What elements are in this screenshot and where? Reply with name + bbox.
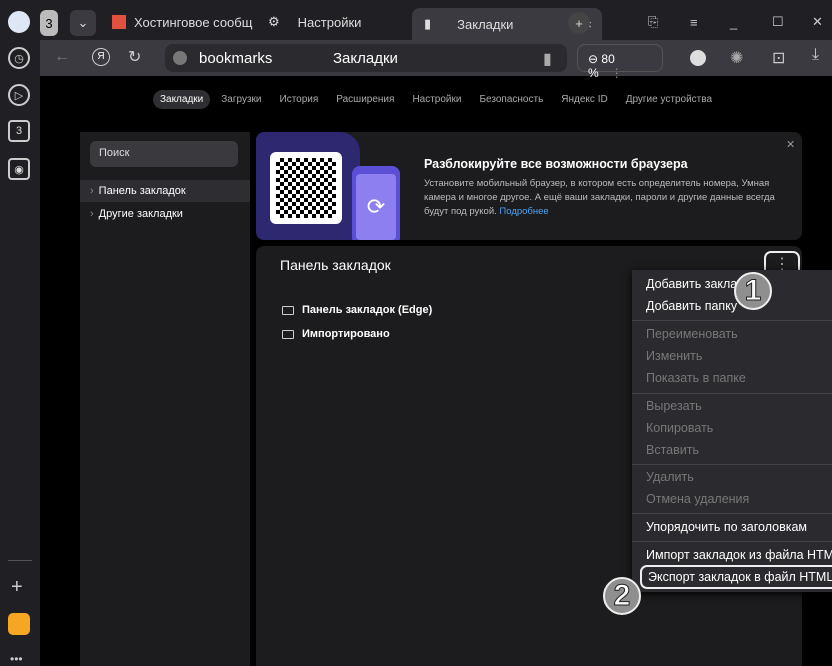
folder-icon [282,329,294,339]
tree-item-other-bookmarks[interactable]: › Другие закладки [80,203,250,225]
tab-label: Закладки [457,16,514,32]
close-icon[interactable]: ✕ [786,138,795,151]
download-icon[interactable]: ⤓ [812,46,819,64]
reload-icon[interactable]: ↻ [128,47,141,67]
menu-edit: Изменить [646,349,703,363]
menu-paste: Вставить [646,443,699,457]
zoom-control[interactable]: ⊖ 80 % ⋮ [577,44,663,80]
site-favicon-icon [112,15,126,29]
tab-label: Хостинговое сообщ [134,14,253,30]
folder-label: Импортировано [302,328,390,340]
address-bar[interactable]: bookmarks Закладки ▮ [165,44,567,72]
sync-icon: ⟳ [356,174,396,240]
history-clock-icon[interactable]: ◷ [8,47,30,69]
menu-sort-by-title[interactable]: Упорядочить по заголовкам [646,520,807,534]
tree-label: Панель закладок [98,185,186,197]
qr-code [270,152,342,224]
minimize-icon[interactable]: _ [730,8,737,36]
nav-settings[interactable]: Настройки [405,90,468,109]
alice-icon[interactable] [690,50,706,66]
bookmark-icon: ▮ [424,16,432,31]
more-vertical-icon: ⋮ [610,66,623,80]
menu-undo-delete: Отмена удаления [646,492,750,506]
menu-import-html[interactable]: Импорт закладок из файла HTML [646,548,832,562]
tree-label: Другие закладки [98,208,183,220]
page-title-text: Закладки [333,50,398,67]
promo-banner: ⟳ Разблокируйте все возможности браузера… [256,132,802,240]
extension-icon[interactable]: ✺ [730,48,743,68]
tabs-count-icon[interactable]: 3 [8,120,30,142]
menu-add-folder[interactable]: Добавить папку [646,299,737,313]
bookmarks-collection-icon[interactable]: ⎘ [648,8,658,36]
folder-item[interactable]: Панель закладок (Edge) [282,304,432,316]
nav-yandex-id[interactable]: Яндекс ID [554,90,614,109]
site-shield-icon [173,51,187,65]
nav-extensions[interactable]: Расширения [329,90,401,109]
menu-export-html[interactable]: Экспорт закладок в файл HTML [640,565,832,589]
divider [8,560,32,561]
close-window-icon[interactable]: ✕ [812,8,823,36]
nav-other-devices[interactable]: Другие устройства [619,90,719,109]
folder-item[interactable]: Импортировано [282,328,390,340]
promo-title: Разблокируйте все возможности браузера [424,157,688,171]
tab-settings[interactable]: ⚙ Настройки [268,8,418,36]
back-icon[interactable]: ← [54,48,70,66]
search-input[interactable]: Поиск [90,141,238,167]
nav-downloads[interactable]: Загрузки [214,90,268,109]
zoom-out-icon: ⊖ [588,52,602,66]
step-badge-2: 2 [603,577,641,615]
yandex-mail-icon[interactable] [8,613,30,635]
menu-show-in-folder: Показать в папке [646,371,746,385]
tab-hosting[interactable]: Хостинговое сообщ [112,8,292,36]
tab-bar: 3 ⌄ Хостинговое сообщ ⚙ Настройки ▮ Заклад… [40,0,832,40]
maximize-icon[interactable]: ☐ [772,8,784,36]
screenshot-camera-icon[interactable]: ◉ [8,158,30,180]
gear-icon: ⚙ [268,14,280,29]
menu-delete: Удалить [646,470,694,484]
nav-history[interactable]: История [273,90,326,109]
folder-icon [282,305,294,315]
url-text: bookmarks [199,50,273,67]
phone-illustration: ⟳ [352,166,400,240]
address-toolbar: ← Я ↻ bookmarks Закладки ▮ ⊖ 80 % ⋮ ✺ ⊡ ⤓ [40,40,832,80]
menu-rename: Переименовать [646,327,738,341]
nav-bookmarks[interactable]: Закладки [152,90,211,109]
promo-more-link[interactable]: Подробнее [499,206,548,217]
tree-item-bookmarks-bar[interactable]: › Панель закладок [80,180,250,202]
menu-icon[interactable]: ≡ [690,8,698,36]
folder-label: Панель закладок (Edge) [302,304,433,316]
promo-text: Установите мобильный браузер, в котором … [424,177,789,219]
collections-icon[interactable]: ⊡ [772,48,785,68]
profile-avatar-icon[interactable] [8,11,30,33]
menu-cut: Вырезать [646,399,702,413]
new-tab-button[interactable]: + [568,12,590,34]
settings-nav: Закладки Загрузки История Расширения Нас… [0,90,832,109]
chevron-down-icon[interactable]: ⌄ [70,10,96,36]
menu-copy: Копировать [646,421,714,435]
add-icon[interactable]: + [11,576,23,599]
step-badge-1: 1 [734,272,772,310]
bookmarks-tree-panel: Поиск › Панель закладок › Другие закладки [80,132,250,666]
promo-body: Установите мобильный браузер, в котором … [424,178,775,217]
tab-group-count[interactable]: 3 [40,10,58,36]
bookmark-page-icon[interactable]: ▮ [543,49,552,69]
yandex-icon[interactable]: Я [92,48,110,66]
more-dots-icon[interactable]: ••• [10,652,23,666]
tab-label: Настройки [297,14,362,30]
context-menu: Добавить закладку Добавить папку Переиме… [632,270,832,592]
nav-security[interactable]: Безопасность [472,90,550,109]
panel-title: Панель закладок [280,257,391,273]
